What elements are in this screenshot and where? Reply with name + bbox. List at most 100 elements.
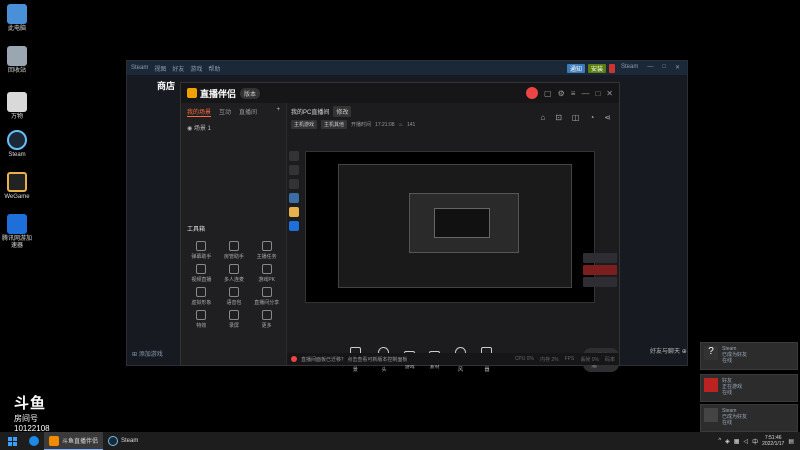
steam-menu-steam[interactable]: Steam — [131, 65, 148, 71]
settings-icon[interactable]: ⚙ — [558, 89, 565, 98]
notification-toast[interactable]: 好友 正在游戏 在线 — [700, 374, 798, 402]
meta-label: 开播时间 — [351, 122, 372, 128]
pk-icon — [261, 264, 272, 274]
steam-menu-help[interactable]: 帮助 — [208, 64, 220, 73]
windows-icon — [7, 436, 17, 446]
left-tabs: 我的场景 互动 直播间 + — [181, 103, 286, 121]
steam-icon — [108, 436, 119, 446]
broadcast-logo: 直播伴侣 — [187, 87, 236, 100]
accelerator-icon — [7, 214, 27, 234]
source-thumb[interactable] — [289, 151, 299, 161]
install-button[interactable]: 安装 — [587, 63, 606, 73]
minimize-icon[interactable]: — — [581, 89, 589, 98]
desktop-icon-tencent-accelerator[interactable]: 腾讯网游加速器 — [0, 214, 34, 249]
steam-menu-view[interactable]: 视图 — [154, 64, 166, 73]
steam-user[interactable]: Steam — [618, 64, 641, 73]
desktop-icon-recycle-bin[interactable]: 回收站 — [0, 46, 34, 75]
tab-room[interactable]: 直播间 — [239, 107, 257, 117]
taskbar-steam[interactable]: Steam — [103, 432, 143, 450]
tool-voice[interactable]: 语音包 — [218, 287, 251, 306]
maximize-icon[interactable]: □ — [659, 64, 669, 73]
menu-icon[interactable]: ≡ — [571, 89, 576, 98]
tool-avatar[interactable]: 虚拟形象 — [185, 287, 218, 306]
notification-center-icon[interactable]: ▤ — [788, 438, 794, 445]
tool-tasks[interactable]: 主播任务 — [250, 241, 283, 260]
stream-preview[interactable] — [305, 151, 595, 303]
taskbar-douyu[interactable]: 斗鱼直播伴侣 — [44, 432, 104, 450]
gift-icon[interactable]: ◫ — [572, 113, 580, 122]
watermark-sub: 房间号 — [14, 414, 38, 423]
steam-menu-games[interactable]: 游戏 — [190, 64, 202, 73]
tab-my-scene[interactable]: 我的场景 — [187, 107, 212, 117]
tool-multi-mic[interactable]: 多人连麦 — [218, 264, 251, 283]
tool-record[interactable]: 录屏 — [218, 310, 251, 329]
tool-danmaku[interactable]: 弹幕助手 — [185, 241, 218, 260]
source-thumb[interactable] — [289, 193, 299, 203]
source-thumb[interactable] — [289, 207, 299, 217]
desktop-icon-steam[interactable]: Steam — [0, 130, 34, 159]
version-pill[interactable]: 版本 — [240, 87, 261, 99]
desktop-icon-wegame[interactable]: WeGame — [0, 172, 34, 201]
taskbar-ie[interactable] — [24, 432, 44, 450]
bag-icon[interactable]: ⌂ — [540, 113, 545, 122]
volume-icon[interactable]: ◁ — [743, 438, 748, 445]
shield-icon[interactable]: ◈ — [725, 438, 730, 445]
steam-menu-friends[interactable]: 好友 — [172, 64, 184, 73]
category-tag-2[interactable]: 主机其他 — [321, 120, 348, 129]
maximize-icon[interactable]: □ — [595, 89, 600, 98]
notification-toast[interactable]: Steam 已成为好友 在线 — [700, 404, 798, 432]
tool-share[interactable]: 直播间分享 — [250, 287, 283, 306]
minimize-icon[interactable]: — — [644, 64, 656, 73]
network-icon[interactable]: ▦ — [734, 438, 740, 445]
message-icon[interactable]: ▢ — [544, 89, 552, 98]
tool-effects[interactable]: 特效 — [185, 310, 218, 329]
mini-notice — [583, 265, 617, 275]
notification-toast[interactable]: ? Steam 已成为好友 在线 — [700, 342, 798, 370]
nav-store[interactable]: 商店 — [157, 79, 175, 92]
input-language[interactable]: 中 — [752, 437, 758, 446]
edit-title-button[interactable]: 修改 — [333, 106, 352, 117]
avatar[interactable] — [609, 63, 615, 73]
add-game-button[interactable]: ⊞ 添加游戏 — [126, 346, 180, 360]
source-thumb[interactable] — [289, 165, 299, 175]
tab-interact[interactable]: 互动 — [219, 107, 231, 117]
stat-fps: FPS — [564, 355, 575, 362]
alert-icon — [291, 356, 297, 362]
lock-icon[interactable]: ⊡ — [555, 113, 562, 122]
tool-video[interactable]: 视频直播 — [185, 264, 218, 283]
scene-panel: 我的场景 互动 直播间 + ◉ 场景 1 工具箱 弹幕助手 房管助手 主播任务 … — [181, 103, 287, 365]
tool-more[interactable]: 更多 — [250, 310, 283, 329]
eye-icon[interactable]: ◉ — [187, 126, 192, 132]
preview-recursive-frame — [338, 164, 572, 288]
start-button[interactable] — [0, 436, 24, 446]
app-name: 直播伴侣 — [200, 88, 237, 99]
scene-item[interactable]: ◉ 场景 1 — [181, 121, 286, 134]
desktop-icon-everything[interactable]: 万物 — [0, 92, 34, 121]
status-hint[interactable]: 直播间面板已迁移？ 点击查看可新版本控制面板 — [301, 356, 407, 363]
notification-column — [583, 253, 617, 289]
douyu-icon — [49, 435, 59, 446]
tool-pk[interactable]: 游戏PK — [250, 264, 283, 283]
record-icon — [228, 310, 239, 320]
source-thumb[interactable] — [289, 221, 299, 231]
steam-menubar: Steam 视图 好友 游戏 帮助 通知 安装 Steam — □ ✕ — [127, 61, 687, 75]
source-thumb[interactable] — [289, 179, 299, 189]
recycle-bin-icon — [7, 46, 27, 66]
tray-expand-icon[interactable]: ^ — [718, 438, 721, 444]
share-icon[interactable]: ⋖ — [604, 113, 611, 122]
ie-icon — [29, 436, 39, 446]
bell-icon[interactable]: ◔ — [589, 113, 594, 122]
status-stats: CPU 0% 内存 2% FPS 丢帧 0% 码率 — [515, 356, 615, 363]
desktop-icon-this-pc[interactable]: 此电脑 — [0, 4, 34, 33]
user-avatar[interactable] — [526, 87, 539, 99]
room-title: 我的PC直播间 — [291, 110, 330, 116]
tool-room-admin[interactable]: 房管助手 — [218, 241, 251, 260]
close-icon[interactable]: ✕ — [606, 89, 613, 98]
announce-button[interactable]: 通知 — [566, 63, 585, 73]
add-scene-icon[interactable]: + — [276, 107, 280, 117]
avatar-icon — [196, 287, 207, 297]
clock[interactable]: 7:51:46 2022/1/17 — [762, 435, 784, 447]
friends-chat-button[interactable]: 好友与聊天 ⊕ — [650, 346, 687, 355]
category-tag-1[interactable]: 主机游戏 — [291, 120, 318, 129]
close-icon[interactable]: ✕ — [672, 64, 683, 73]
